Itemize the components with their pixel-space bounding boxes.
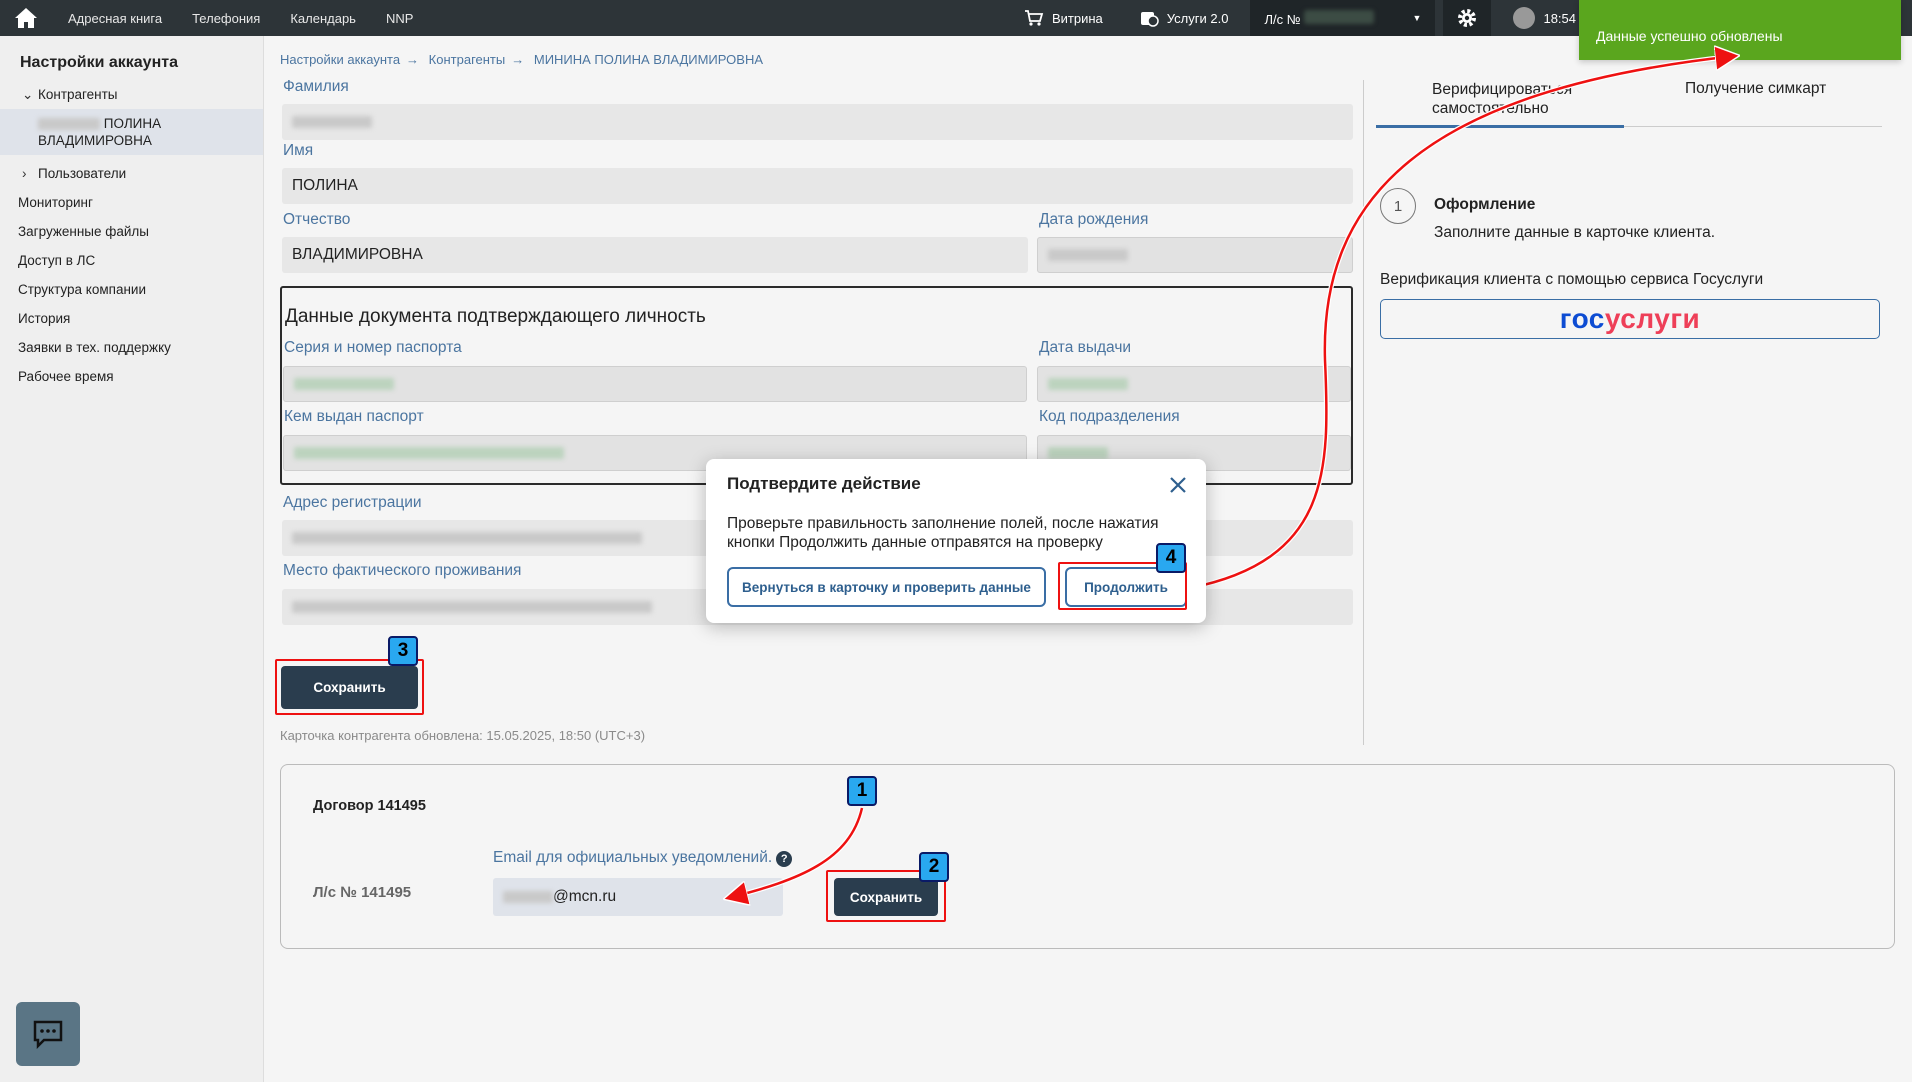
arrow-4-to-toast — [1189, 53, 1736, 591]
back-to-card-button[interactable]: Вернуться в карточку и проверить данные — [727, 567, 1046, 607]
step-badge-4: 4 — [1156, 543, 1186, 573]
dialog-text: Проверьте правильность заполнение полей,… — [727, 515, 1159, 551]
chat-button[interactable] — [16, 1002, 80, 1066]
close-icon[interactable] — [1166, 473, 1190, 497]
chat-icon — [33, 1020, 63, 1049]
dialog-title: Подтвердите действие — [727, 474, 921, 493]
arrow-1-to-email — [727, 807, 865, 901]
